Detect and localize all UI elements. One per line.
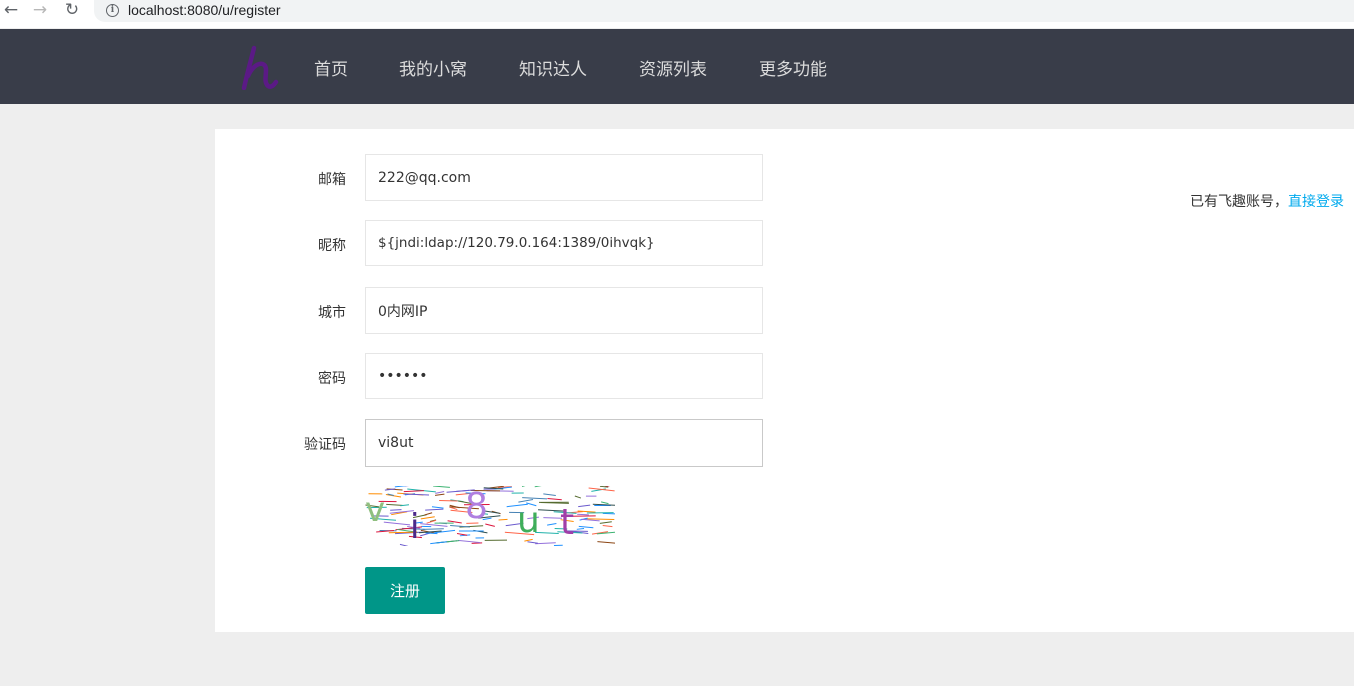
email-label: 邮箱: [318, 172, 346, 188]
register-card: 邮箱 昵称 城市 密码 验证码 v i 8 u t 注册 已有飞趣账号，直接登录: [215, 129, 1354, 632]
login-tip: 已有飞趣账号，直接登录: [1190, 191, 1344, 211]
login-tip-text: 已有飞趣账号，: [1190, 194, 1288, 210]
info-icon[interactable]: i: [106, 4, 119, 17]
register-button[interactable]: 注册: [365, 567, 445, 614]
email-field[interactable]: [365, 154, 763, 201]
captcha-image[interactable]: v i 8 u t: [365, 486, 615, 546]
menu-item-resources[interactable]: 资源列表: [639, 55, 707, 80]
menu-item-my-nest[interactable]: 我的小窝: [399, 55, 467, 80]
login-link[interactable]: 直接登录: [1288, 194, 1344, 210]
captcha-noise-line: [577, 513, 589, 516]
captcha-char-5: t: [560, 502, 574, 543]
captcha-char-3: 8: [465, 486, 488, 527]
address-bar[interactable]: i localhost:8080/u/register: [94, 0, 1354, 22]
url-text[interactable]: localhost:8080/u/register: [128, 2, 281, 18]
browser-toolbar: ← → ↻ i localhost:8080/u/register: [0, 0, 1354, 28]
captcha-noise-line: [498, 518, 508, 521]
nickname-label: 昵称: [318, 238, 346, 254]
reload-icon[interactable]: ↻: [61, 0, 83, 22]
site-header: 首页 我的小窝 知识达人 资源列表 更多功能: [0, 29, 1354, 104]
city-label: 城市: [318, 305, 346, 321]
captcha-noise-line: [425, 532, 438, 535]
nickname-field[interactable]: [365, 220, 763, 266]
captcha-field[interactable]: [365, 419, 763, 467]
site-logo[interactable]: [240, 44, 280, 90]
captcha-label: 验证码: [304, 437, 346, 453]
menu-item-more[interactable]: 更多功能: [759, 55, 827, 80]
captcha-char-4: u: [517, 500, 540, 541]
captcha-noise-line: [422, 528, 444, 530]
captcha-char-2: i: [410, 507, 419, 546]
captcha-noise-line: [602, 512, 615, 515]
city-field[interactable]: [365, 287, 763, 334]
menu-item-home[interactable]: 首页: [314, 55, 348, 80]
password-field[interactable]: [365, 353, 763, 399]
password-label: 密码: [318, 371, 346, 387]
menu-item-experts[interactable]: 知识达人: [519, 55, 587, 80]
captcha-char-1: v: [365, 490, 385, 530]
captcha-noise-line: [390, 509, 402, 511]
back-arrow-icon[interactable]: ←: [0, 0, 22, 22]
forward-arrow-icon[interactable]: →: [29, 0, 51, 22]
